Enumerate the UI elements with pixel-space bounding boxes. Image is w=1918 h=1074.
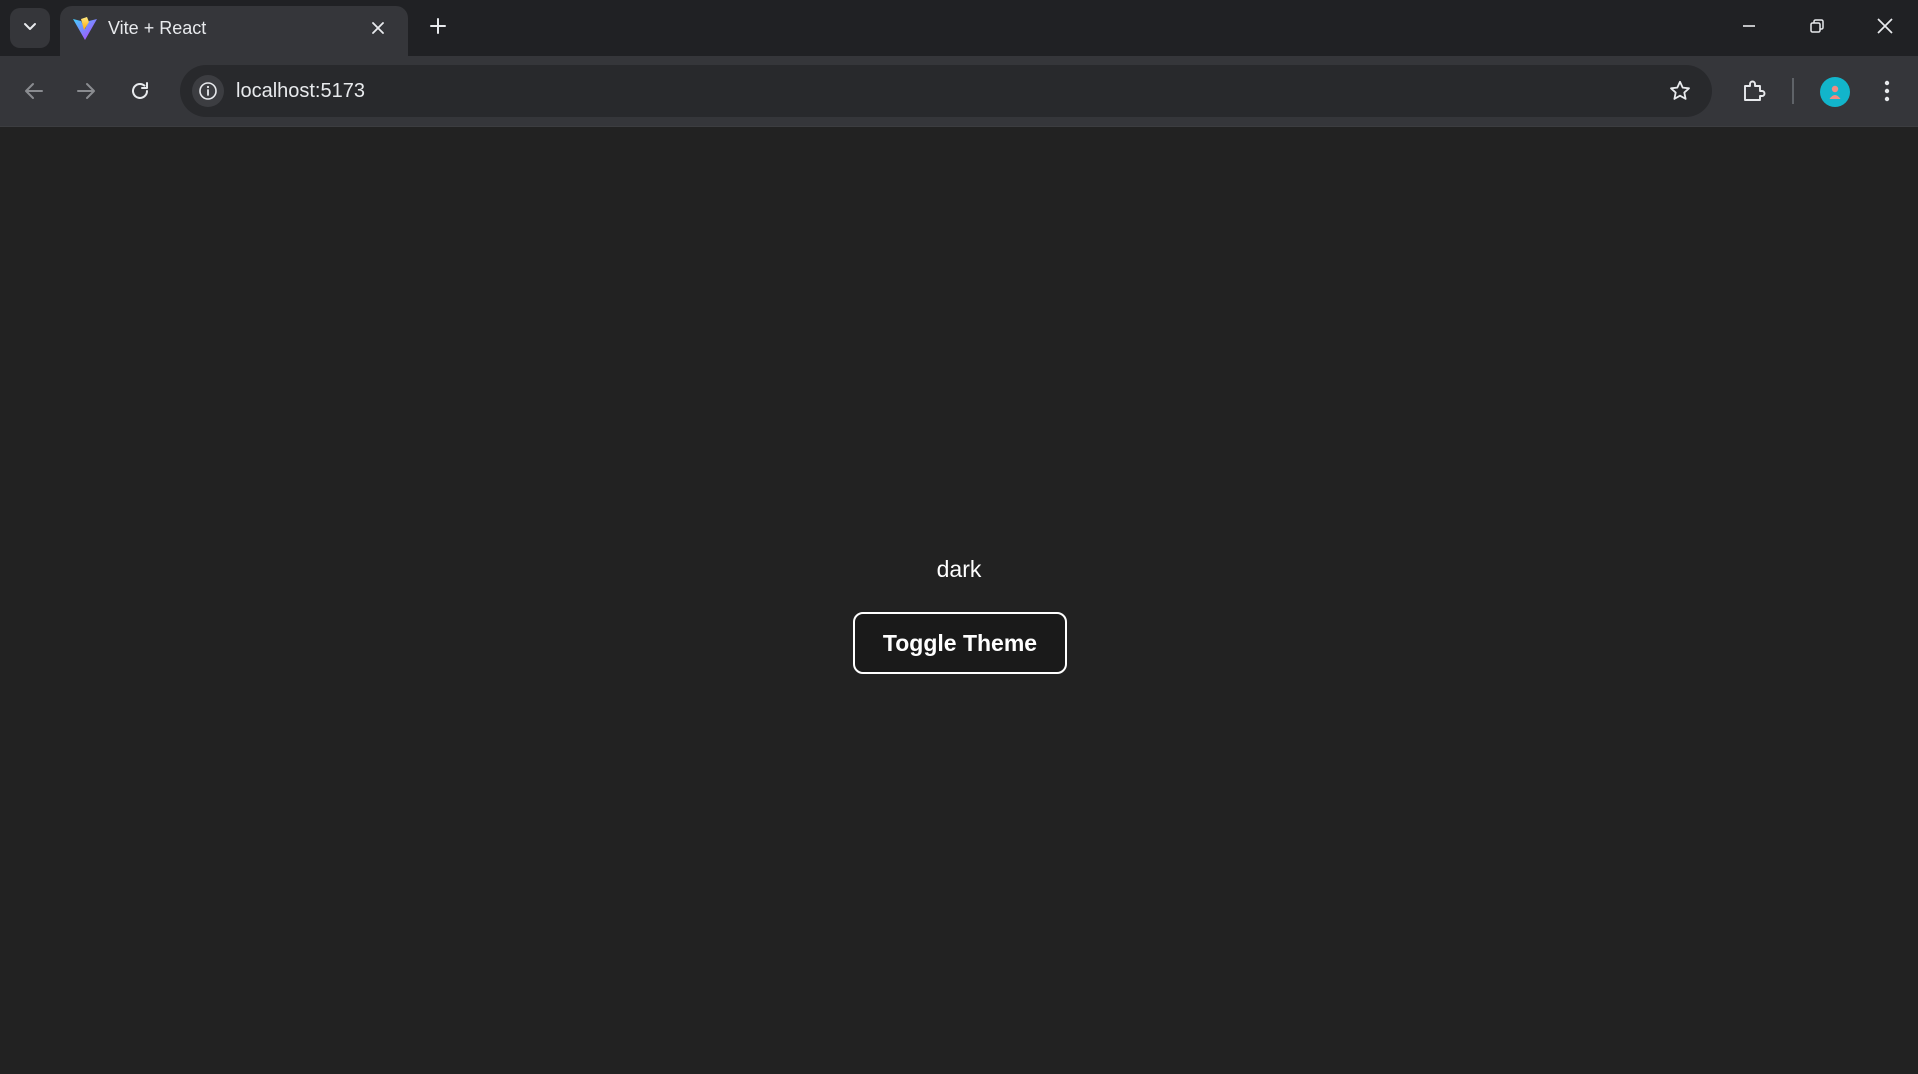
info-icon (199, 82, 217, 100)
new-tab-button[interactable] (424, 12, 452, 40)
toolbar-divider (1792, 78, 1794, 104)
bookmark-button[interactable] (1666, 77, 1694, 105)
restore-button[interactable] (1784, 0, 1850, 52)
minimize-button[interactable] (1716, 0, 1782, 52)
plus-icon (430, 18, 446, 34)
close-icon (372, 22, 384, 34)
chevron-down-icon (22, 18, 38, 39)
address-bar[interactable]: localhost:5173 (180, 65, 1712, 117)
reload-icon (132, 82, 148, 99)
forward-button[interactable] (66, 71, 106, 111)
theme-label: dark (936, 556, 982, 582)
puzzle-icon (1744, 80, 1766, 101)
close-tab-button[interactable] (366, 16, 390, 40)
avatar[interactable] (1820, 77, 1850, 107)
back-button[interactable] (14, 71, 54, 111)
toggle-theme-button[interactable]: Toggle Theme (853, 612, 1067, 674)
back-arrow-icon (25, 83, 43, 99)
browser-toolbar: localhost:5173 (0, 56, 1918, 126)
tab-search-button[interactable] (10, 8, 50, 48)
profile-icon (1829, 85, 1841, 99)
browser-menu-button[interactable] (1872, 73, 1902, 109)
page-viewport: dark Toggle Theme (0, 127, 1918, 1074)
tab-title: Vite + React (108, 18, 207, 38)
minimize-icon (1743, 25, 1755, 27)
forward-arrow-icon (77, 83, 95, 99)
vite-logo-icon (72, 16, 98, 42)
site-info-button[interactable] (192, 75, 224, 107)
reload-button[interactable] (120, 71, 160, 111)
star-icon (1670, 80, 1690, 100)
extensions-button[interactable] (1736, 73, 1772, 109)
close-window-icon (1877, 18, 1893, 34)
url-text[interactable]: localhost:5173 (236, 65, 365, 117)
active-tab[interactable]: Vite + React (60, 6, 408, 56)
tab-strip: Vite + React (0, 0, 1918, 56)
close-window-button[interactable] (1852, 0, 1918, 52)
kebab-menu-icon (1884, 80, 1890, 102)
restore-icon (1810, 19, 1824, 33)
